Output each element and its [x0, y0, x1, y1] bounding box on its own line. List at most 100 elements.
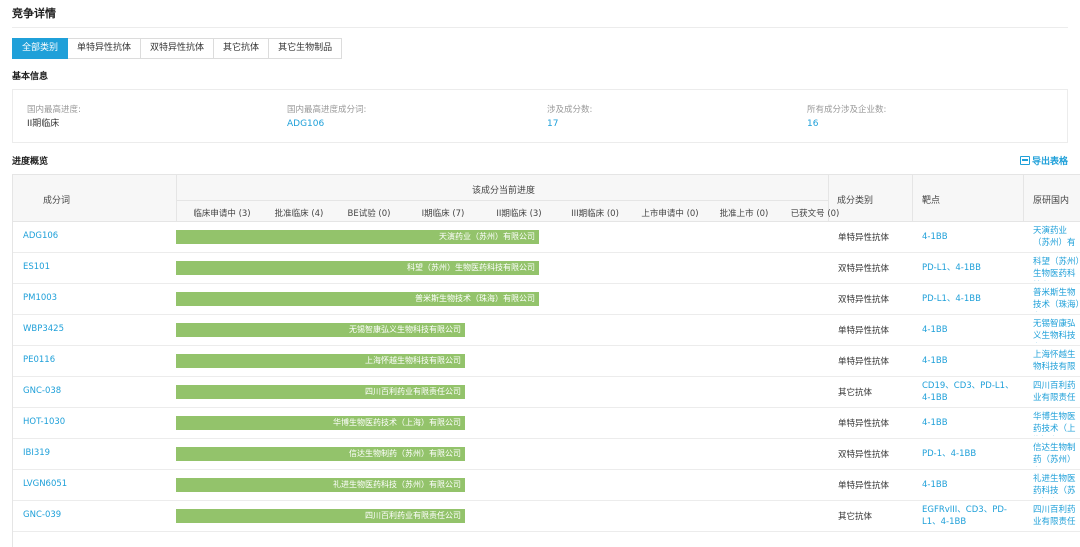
target-link[interactable]: 4-1BB: [922, 324, 1022, 336]
ingredient-category: 其它抗体: [838, 512, 873, 522]
progress-bar: 礼进生物医药科技（苏州）有限公司: [176, 478, 465, 492]
originator-link[interactable]: 信达生物制药（苏州）有限: [1033, 442, 1080, 467]
originator-link[interactable]: 礼进生物医药科技（苏州）有限: [1033, 473, 1080, 498]
ingredient-link[interactable]: HOT-1030: [23, 417, 65, 427]
ingredient-link[interactable]: PM1003: [23, 293, 57, 303]
title-divider: [12, 27, 1068, 28]
target-link[interactable]: 4-1BB: [922, 479, 1022, 491]
table-row: PE0116 上海怀越生物科技有限公司 单特异性抗体 4-1BB 上海怀越生物科技有限公…: [13, 346, 1080, 377]
target-link[interactable]: 4-1BB: [922, 417, 1022, 429]
basic-info-title: 基本信息: [12, 72, 49, 82]
ingredient-category: 单特异性抗体: [838, 357, 890, 367]
export-icon: [1019, 156, 1030, 165]
info-highest-stage-ingredient: 国内最高进度成分词: ADG106: [287, 104, 366, 131]
table-row: LVGN6051 礼进生物医药科技（苏州）有限公司 单特异性抗体 4-1BB 礼进生物医…: [13, 470, 1080, 501]
table-row: GNC-039 四川百利药业有限责任公司 其它抗体 EGFRvIII、CD3、PD-L…: [13, 501, 1080, 532]
progress-bar: 无锡智康弘义生物科技有限公司: [176, 323, 465, 337]
target-link[interactable]: PD-L1、4-1BB: [922, 262, 1022, 274]
column-divider: [176, 175, 177, 222]
column-divider: [912, 175, 913, 222]
ingredient-link[interactable]: LVGN6051: [23, 479, 67, 489]
originator-link[interactable]: 上海怀越生物科技有限公司|II期: [1033, 349, 1080, 374]
tab-other-biologics[interactable]: 其它生物制品: [269, 38, 343, 59]
export-label: 导出表格: [1031, 157, 1068, 167]
header-originator: 原研国内: [1033, 196, 1070, 206]
stage-header: 批准临床 (4): [274, 209, 324, 219]
progress-bar: 科望（苏州）生物医药科技有限公司: [176, 261, 539, 275]
info-value-link[interactable]: 17: [547, 117, 592, 131]
ingredient-link[interactable]: ES101: [23, 262, 50, 272]
table-header: [13, 175, 1080, 222]
info-company-count: 所有成分涉及企业数: 16: [807, 104, 886, 131]
target-link[interactable]: 4-1BB: [922, 355, 1022, 367]
progress-bar: 华博生物医药技术（上海）有限公司: [176, 416, 465, 430]
info-value-link[interactable]: ADG106: [287, 117, 366, 131]
progress-bar: 四川百利药业有限责任公司: [176, 509, 465, 523]
export-table-button[interactable]: 导出表格: [1019, 154, 1068, 167]
stage-header: I期临床 (7): [421, 209, 465, 219]
ingredient-link[interactable]: WBP3425: [23, 324, 64, 334]
info-value: II期临床: [27, 119, 60, 129]
originator-link[interactable]: 四川百利药业有限责任公司|II期: [1033, 380, 1080, 405]
progress-bar-company: 华博生物医药技术（上海）有限公司: [333, 418, 461, 427]
target-link[interactable]: CD19、CD3、PD-L1、4-1BB: [922, 380, 1022, 404]
progress-table: 成分词 该成分当前进度 成分类别 靶点 原研国内 临床申请中 (3) 批准临床 (…: [12, 174, 1080, 547]
tab-all[interactable]: 全部类别: [12, 38, 69, 59]
table-row: ADG106 天演药业（苏州）有限公司 单特异性抗体 4-1BB 天演药业（苏州）有限公…: [13, 222, 1080, 253]
progress-overview-title: 进度概览: [12, 157, 49, 167]
originator-link[interactable]: 科望（苏州）生物医药科技有限: [1033, 256, 1080, 281]
ingredient-category: 单特异性抗体: [838, 326, 890, 336]
originator-link[interactable]: 华博生物医药技术（上海）有限: [1033, 411, 1080, 436]
table-row: PM1003 普米斯生物技术（珠海）有限公司 双特异性抗体 PD-L1、4-1BB 普米…: [13, 284, 1080, 315]
target-link[interactable]: PD-1、4-1BB: [922, 448, 1022, 460]
ingredient-link[interactable]: GNC-038: [23, 386, 61, 396]
progress-bar-company: 普米斯生物技术（珠海）有限公司: [415, 294, 535, 303]
stage-header: 批准上市 (0): [719, 209, 769, 219]
progress-bar: 四川百利药业有限责任公司: [176, 385, 465, 399]
target-link[interactable]: EGFRvIII、CD3、PD-L1、4-1BB: [922, 504, 1022, 528]
tab-bispecific[interactable]: 双特异性抗体: [141, 38, 215, 59]
ingredient-link[interactable]: ADG106: [23, 231, 58, 241]
progress-bar-company: 上海怀越生物科技有限公司: [365, 356, 461, 365]
category-tabs: 全部类别 单特异性抗体 双特异性抗体 其它抗体 其它生物制品: [12, 38, 343, 59]
progress-bar-company: 四川百利药业有限责任公司: [365, 511, 461, 520]
stage-header: 已获文号 (0): [790, 209, 840, 219]
originator-link[interactable]: 天演药业（苏州）有限公司|II期: [1033, 225, 1080, 250]
info-label: 所有成分涉及企业数:: [807, 105, 887, 115]
ingredient-link[interactable]: IBI319: [23, 448, 50, 458]
tab-monospecific[interactable]: 单特异性抗体: [68, 38, 142, 59]
target-link[interactable]: 4-1BB: [922, 231, 1022, 243]
originator-link[interactable]: 普米斯生物技术（珠海）有限: [1033, 287, 1080, 312]
header-category: 成分类别: [837, 196, 874, 206]
table-row: ES101 科望（苏州）生物医药科技有限公司 双特异性抗体 PD-L1、4-1BB 科望…: [13, 253, 1080, 284]
progress-bar-company: 无锡智康弘义生物科技有限公司: [349, 325, 461, 334]
target-link[interactable]: PD-L1、4-1BB: [922, 293, 1022, 305]
ingredient-category: 单特异性抗体: [838, 233, 890, 243]
table-row: IBI319 信达生物制药（苏州）有限公司 双特异性抗体 PD-1、4-1BB 信达生物…: [13, 439, 1080, 470]
stage-header: III期临床 (0): [571, 209, 619, 219]
info-value-link[interactable]: 16: [807, 117, 886, 131]
progress-bar: 信达生物制药（苏州）有限公司: [176, 447, 465, 461]
tab-other-antibody[interactable]: 其它抗体: [214, 38, 270, 59]
originator-link[interactable]: 无锡智康弘义生物科技有限公司: [1033, 318, 1080, 343]
progress-bar: 普米斯生物技术（珠海）有限公司: [176, 292, 539, 306]
progress-bar-company: 天演药业（苏州）有限公司: [439, 232, 535, 241]
ingredient-category: 其它抗体: [838, 388, 873, 398]
originator-link[interactable]: 四川百利药业有限责任公司|II期: [1033, 504, 1080, 529]
progress-bar: 上海怀越生物科技有限公司: [176, 354, 465, 368]
header-current-progress: 该成分当前进度: [472, 186, 536, 196]
progress-bar: 天演药业（苏州）有限公司: [176, 230, 539, 244]
stage-header: II期临床 (3): [496, 209, 542, 219]
stage-header: BE试验 (0): [347, 209, 391, 219]
stage-header: 上市申请中 (0): [641, 209, 699, 219]
header-divider: [176, 200, 828, 201]
basic-info-panel: 国内最高进度: II期临床 国内最高进度成分词: ADG106 涉及成分数: 1…: [12, 89, 1068, 143]
page-title: 竞争详情: [12, 7, 56, 20]
progress-bar-company: 四川百利药业有限责任公司: [365, 387, 461, 396]
ingredient-link[interactable]: PE0116: [23, 355, 55, 365]
progress-bar-company: 科望（苏州）生物医药科技有限公司: [407, 263, 535, 272]
stage-header: 临床申请中 (3): [193, 209, 251, 219]
info-ingredient-count: 涉及成分数: 17: [547, 104, 592, 131]
ingredient-link[interactable]: GNC-039: [23, 510, 61, 520]
header-ingredient: 成分词: [43, 196, 71, 206]
